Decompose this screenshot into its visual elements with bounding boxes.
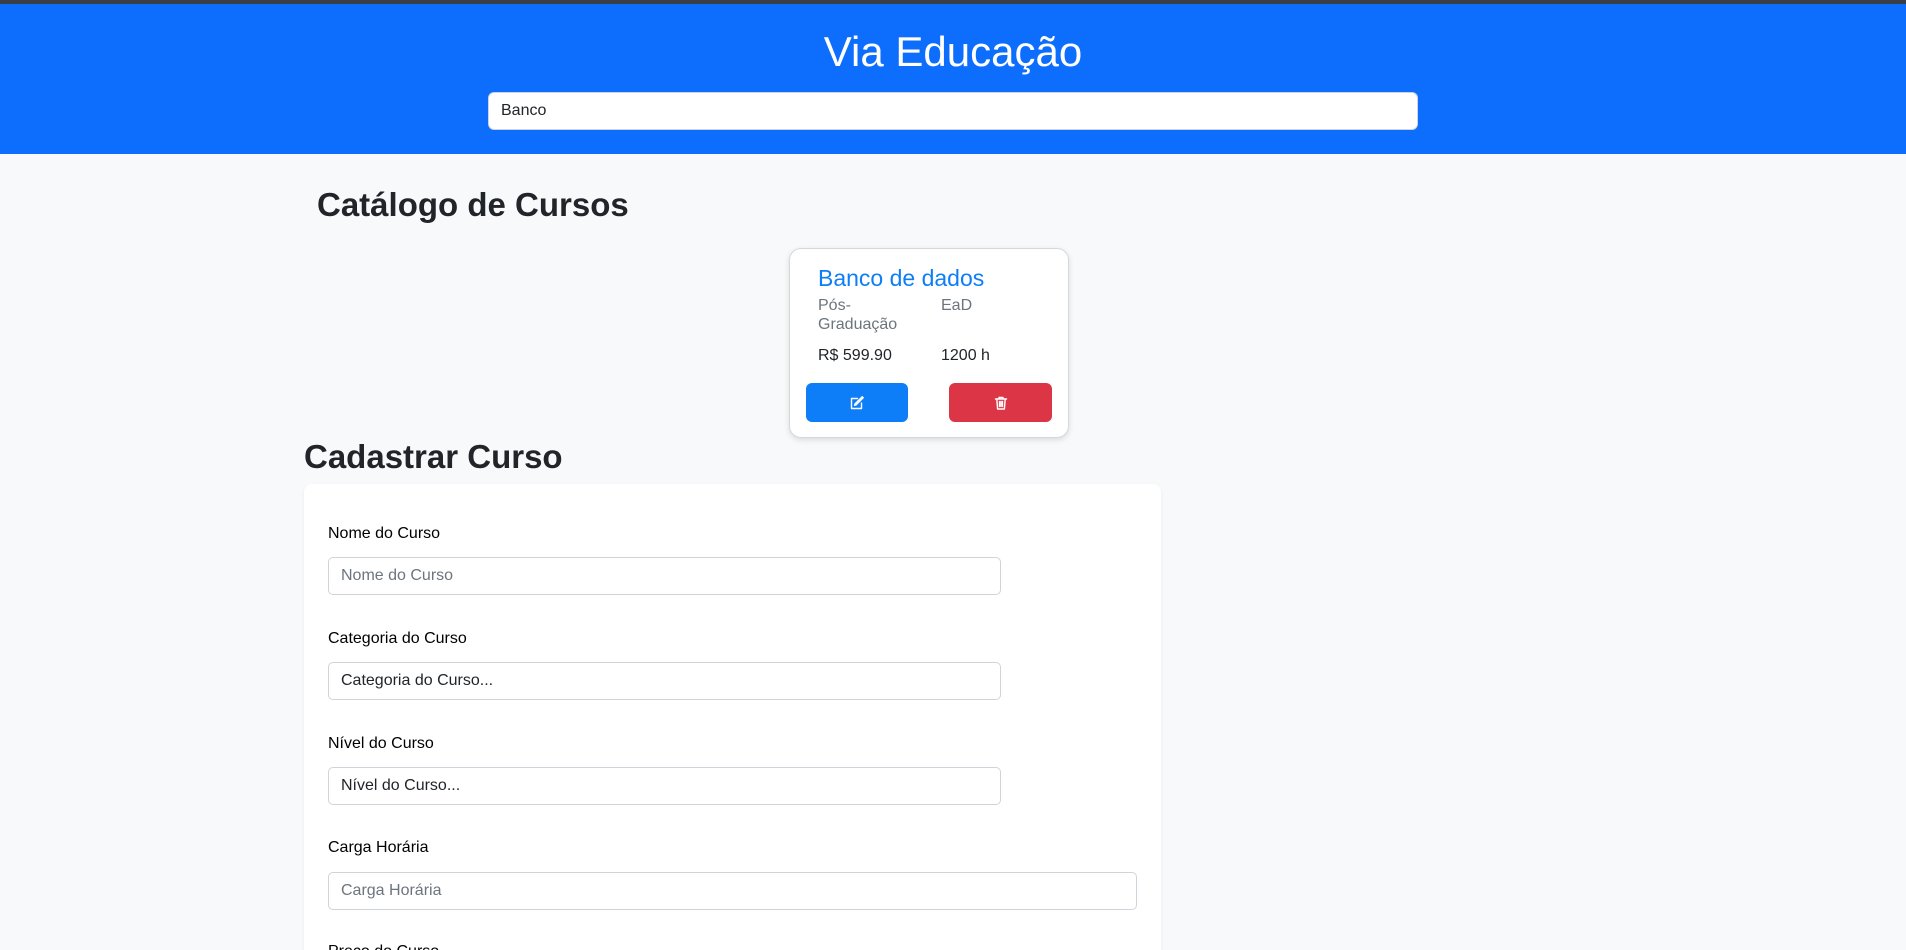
course-category-selected: Categoria do Curso... xyxy=(341,672,494,689)
delete-course-button[interactable] xyxy=(949,383,1052,422)
course-modality: EaD xyxy=(941,297,973,314)
edit-icon xyxy=(850,395,864,409)
course-level-select[interactable]: Nível do Curso... xyxy=(328,767,1001,805)
course-hours-label: Carga Horária xyxy=(328,839,429,856)
catalog-title: Catálogo de Cursos xyxy=(317,186,629,223)
course-hours-input[interactable] xyxy=(328,872,1137,910)
course-category-select[interactable]: Categoria do Curso... xyxy=(328,662,1001,700)
course-price: R$ 599.90 xyxy=(818,347,892,364)
course-level-label: Nível do Curso xyxy=(328,735,434,752)
trash-icon xyxy=(994,396,1007,410)
site-title: Via Educação xyxy=(823,28,1083,75)
course-name-label: Nome do Curso xyxy=(328,525,441,542)
course-card: Banco de dados Pós-Graduação EaD R$ 599.… xyxy=(789,248,1069,438)
site-header: Via Educação xyxy=(0,4,1906,154)
search-input[interactable] xyxy=(488,92,1418,130)
course-level: Pós-Graduação xyxy=(818,297,898,333)
course-price-label: Preço do Curso xyxy=(328,942,439,950)
course-name-input[interactable] xyxy=(328,557,1001,595)
register-course-form: Nome do Curso Categoria do Curso Categor… xyxy=(304,484,1161,950)
course-category-label: Categoria do Curso xyxy=(328,630,467,647)
course-name: Banco de dados xyxy=(818,265,985,291)
course-hours: 1200 h xyxy=(941,347,990,364)
edit-course-button[interactable] xyxy=(806,383,908,422)
course-level-selected: Nível do Curso... xyxy=(341,777,461,794)
register-course-title: Cadastrar Curso xyxy=(304,438,563,475)
